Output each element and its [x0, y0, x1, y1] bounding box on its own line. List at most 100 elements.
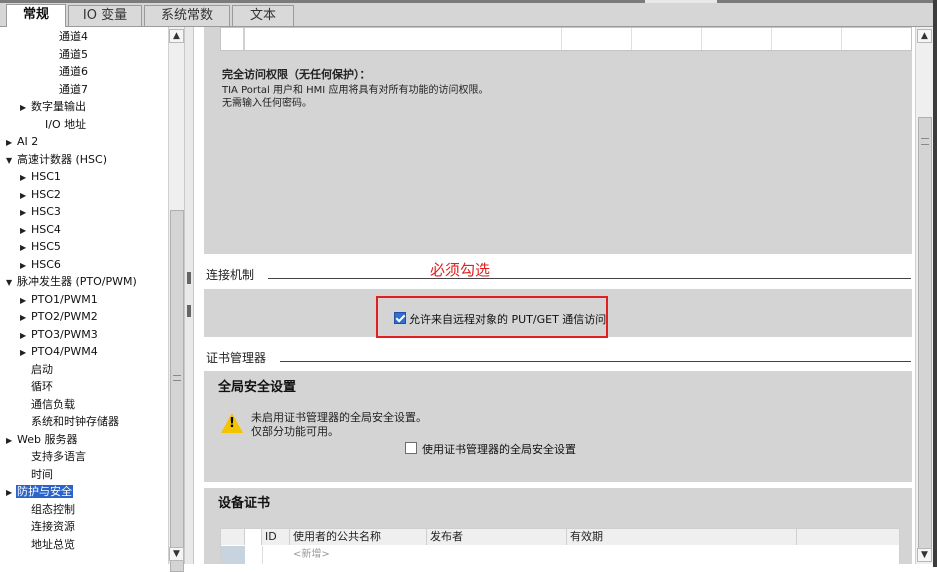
expand-arrow-icon[interactable]: ▶ — [6, 432, 16, 449]
tree-item[interactable]: 通道6 — [48, 63, 89, 80]
tree-item[interactable]: 通道4 — [48, 28, 89, 45]
tree-item[interactable]: ▶ AI 2 — [6, 133, 39, 150]
tree-item[interactable]: ▶ Web 服务器 — [6, 431, 78, 448]
global-security-title: 全局安全设置 — [218, 380, 297, 395]
main-scrollbar[interactable]: ▲ ▼ — [915, 27, 934, 564]
tree-item[interactable]: 启动 — [20, 361, 54, 378]
column-id[interactable]: ID — [262, 529, 290, 545]
expand-arrow-icon[interactable]: ▶ — [20, 309, 30, 326]
tree-item[interactable]: ▶ HSC2 — [20, 186, 62, 203]
access-password-note: 无需输入任何密码。 — [222, 98, 312, 109]
tree-item[interactable]: 通信负载 — [20, 396, 76, 413]
collapse-arrow-icon[interactable]: ▼ — [6, 152, 16, 169]
expand-arrow-icon[interactable]: ▶ — [20, 99, 30, 116]
expand-arrow-icon[interactable]: ▶ — [20, 239, 30, 256]
global-security-label: 使用证书管理器的全局安全设置 — [422, 443, 576, 456]
new-row-cell[interactable]: <新增> — [293, 547, 330, 563]
access-title: 完全访问权限（无任何保护）： — [222, 68, 371, 81]
expand-arrow-icon[interactable]: ▶ — [6, 134, 16, 151]
tree-item[interactable]: ▶ PTO4/PWM4 — [20, 343, 99, 360]
column-subject-name[interactable]: 使用者的公共名称 — [290, 529, 427, 545]
global-security-panel: 全局安全设置 ! 未启用证书管理器的全局安全设置。 仅部分功能可用。 使用证书管… — [204, 371, 912, 482]
tree-item[interactable]: 地址总览 — [20, 536, 76, 553]
warning-mark-icon: ! — [229, 416, 235, 431]
connection-heading: 连接机制 — [206, 268, 255, 282]
tree-item[interactable]: ▶ HSC1 — [20, 168, 62, 185]
tree-item-label: PTO1/PWM1 — [31, 292, 98, 306]
window-right-edge — [933, 0, 937, 567]
expand-arrow-icon[interactable]: ▶ — [20, 169, 30, 186]
access-level-panel: 完全访问权限（无任何保护）： TIA Portal 用户和 HMI 应用将具有对… — [204, 27, 912, 254]
tree-item[interactable]: 时间 — [20, 466, 54, 483]
tree-scroll-thumb[interactable] — [170, 210, 184, 572]
put-get-label: 允许来自远程对象的 PUT/GET 通信访问 — [409, 313, 607, 326]
expand-arrow-icon[interactable]: ▶ — [20, 204, 30, 221]
scroll-up-icon[interactable]: ▲ — [917, 29, 932, 43]
splitter-grip-icon — [187, 272, 191, 284]
tree-item[interactable]: ▶ PTO3/PWM3 — [20, 326, 99, 343]
tree-item[interactable]: ▶ PTO1/PWM1 — [20, 291, 99, 308]
tree-item[interactable]: 通道7 — [48, 81, 89, 98]
put-get-checkbox[interactable] — [394, 312, 406, 324]
tree-item-label: 时间 — [31, 467, 53, 481]
tree-item[interactable]: 系统和时钟存储器 — [20, 413, 120, 430]
global-security-checkbox[interactable] — [405, 442, 417, 454]
column-validity[interactable]: 有效期 — [567, 529, 797, 545]
thumb-grip-icon — [173, 375, 181, 381]
expand-arrow-icon[interactable]: ▶ — [20, 327, 30, 344]
tree-item-label: AI 2 — [17, 135, 39, 148]
tree-item-label: 通信负载 — [31, 397, 75, 411]
tree-item[interactable]: ▶ HSC4 — [20, 221, 62, 238]
tree-item[interactable]: ▶ HSC6 — [20, 256, 62, 273]
tree-item[interactable]: ▶ 防护与安全 — [6, 483, 73, 500]
main-scroll-thumb[interactable] — [918, 117, 932, 562]
navigation-tree: 通道4 通道5 通道6 通道7 ▶ 数字量输出 I/O 地址 ▶ AI 2 ▼ 高速计数器 (HSC… — [4, 27, 168, 564]
tree-item-label: HSC4 — [31, 222, 61, 236]
tree-item-label: 系统和时钟存储器 — [31, 415, 119, 428]
tree-item[interactable]: ▼ 脉冲发生器 (PTO/PWM) — [6, 273, 138, 290]
expand-arrow-icon[interactable]: ▶ — [20, 344, 30, 361]
tree-item[interactable]: 组态控制 — [20, 501, 76, 518]
tree-item-label: HSC3 — [31, 205, 61, 218]
pane-splitter[interactable] — [184, 27, 194, 564]
tree-item-label: HSC2 — [31, 187, 61, 201]
expand-arrow-icon[interactable]: ▶ — [20, 222, 30, 239]
device-cert-title: 设备证书 — [218, 496, 271, 511]
tab-texts[interactable]: 文本 — [232, 5, 294, 26]
tree-item[interactable]: ▶ 数字量输出 — [20, 98, 87, 115]
tree-item[interactable]: 连接资源 — [20, 518, 76, 535]
tree-item-label: 数字量输出 — [31, 100, 86, 113]
tree-item[interactable]: 支持多语言 — [20, 448, 87, 465]
tree-item[interactable]: ▶ HSC5 — [20, 238, 62, 255]
expand-arrow-icon[interactable]: ▶ — [20, 292, 30, 309]
tree-item-label: PTO2/PWM2 — [31, 310, 98, 323]
collapse-arrow-icon[interactable]: ▼ — [6, 274, 16, 291]
expand-arrow-icon[interactable]: ▶ — [20, 187, 30, 204]
tree-item[interactable]: ▼ 高速计数器 (HSC) — [6, 151, 108, 168]
window-top-border — [0, 0, 937, 3]
tree-item-label: 组态控制 — [31, 502, 75, 516]
scroll-down-icon[interactable]: ▼ — [169, 547, 184, 561]
column-issuer[interactable]: 发布者 — [427, 529, 567, 545]
tree-item[interactable]: ▶ PTO2/PWM2 — [20, 308, 99, 325]
tree-item-label: HSC6 — [31, 257, 61, 271]
row-header-column — [221, 529, 245, 545]
tree-item[interactable]: I/O 地址 — [34, 116, 87, 133]
tab-io-tags[interactable]: IO 变量 — [68, 5, 142, 26]
tree-item[interactable]: ▶ HSC3 — [20, 203, 62, 220]
scroll-down-icon[interactable]: ▼ — [917, 548, 932, 562]
tab-general[interactable]: 常规 — [6, 4, 66, 27]
cert-manager-divider — [280, 361, 911, 362]
expand-arrow-icon[interactable]: ▶ — [6, 484, 16, 501]
tab-system-constants[interactable]: 系统常数 — [144, 5, 230, 26]
scroll-up-icon[interactable]: ▲ — [169, 29, 184, 43]
tree-item-label: 循环 — [31, 380, 53, 393]
tree-item-label: HSC5 — [31, 240, 61, 253]
expand-arrow-icon[interactable]: ▶ — [20, 257, 30, 274]
tree-scrollbar[interactable]: ▲ ▼ — [168, 27, 185, 572]
tree-item[interactable]: 通道5 — [48, 46, 89, 63]
tab-bar: 常规 IO 变量 系统常数 文本 — [0, 0, 937, 27]
annotation-must-check: 必须勾选 — [430, 261, 491, 279]
tree-item[interactable]: 循环 — [20, 378, 54, 395]
splitter-grip-icon — [187, 305, 191, 317]
